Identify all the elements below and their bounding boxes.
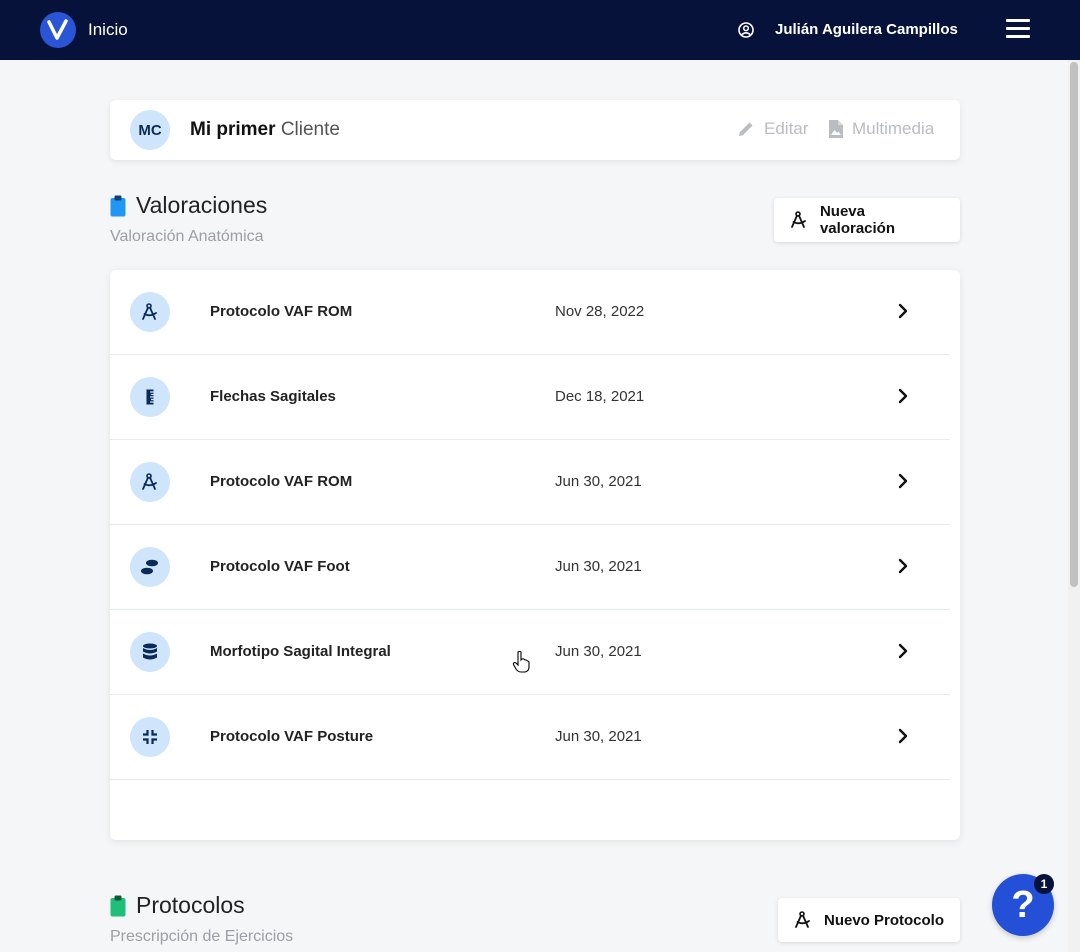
- row-name: Protocolo VAF Posture: [210, 728, 374, 745]
- row-name: Protocolo VAF ROM: [210, 473, 353, 490]
- row-icon-badge: [130, 632, 170, 672]
- help-notification-badge: 1: [1034, 874, 1054, 894]
- chevron-right-icon[interactable]: [897, 557, 909, 575]
- valoraciones-title: Valoraciones: [136, 192, 268, 218]
- row-icon-badge: [130, 292, 170, 332]
- valoracion-row[interactable]: Protocolo VAF Posture Jun 30, 2021: [110, 695, 950, 780]
- user-circle-icon[interactable]: [738, 22, 754, 38]
- valoracion-row[interactable]: Flechas Sagitales Dec 18, 2021: [110, 355, 950, 440]
- compass-icon: [795, 911, 810, 928]
- clipboard-icon: [110, 895, 126, 916]
- footprints-icon: [141, 559, 158, 575]
- app-logo[interactable]: [40, 12, 76, 48]
- ruler-icon: [146, 389, 154, 405]
- valoracion-row[interactable]: Protocolo VAF ROM Jun 30, 2021: [110, 440, 950, 525]
- client-card: MC Mi primer Cliente Editar Multimedia: [110, 100, 960, 160]
- row-name: Flechas Sagitales: [210, 388, 336, 405]
- protocolos-subtitle: Prescripción de Ejercicios: [110, 928, 294, 945]
- client-name: Mi primer Cliente: [190, 119, 340, 141]
- compress-icon: [143, 730, 157, 744]
- valoraciones-list: Protocolo VAF ROM Nov 28, 2022 Flechas S…: [110, 270, 960, 840]
- row-date: Nov 28, 2022: [555, 303, 645, 320]
- new-valoracion-label: Nueva valoración: [819, 203, 895, 237]
- chevron-right-icon[interactable]: [897, 727, 909, 745]
- client-name-second: Cliente: [280, 119, 340, 140]
- new-protocolo-label: Nuevo Protocolo: [824, 911, 945, 929]
- multimedia-button[interactable]: Multimedia: [828, 119, 934, 139]
- client-avatar: MC: [130, 110, 170, 150]
- row-date: Jun 30, 2021: [555, 728, 642, 745]
- row-icon-badge: [130, 377, 170, 417]
- clipboard-icon: [110, 195, 126, 216]
- protocolos-title: Protocolos: [136, 892, 245, 918]
- chevron-right-icon[interactable]: [897, 472, 909, 490]
- multimedia-label: Multimedia: [852, 119, 935, 138]
- edit-button[interactable]: Editar: [736, 119, 808, 139]
- pencil-icon: [739, 122, 753, 136]
- chevron-right-icon[interactable]: [897, 642, 909, 660]
- row-name: Protocolo VAF Foot: [210, 558, 350, 575]
- valoracion-row[interactable]: Morfotipo Sagital Integral Jun 30, 2021: [110, 610, 950, 695]
- row-name: Protocolo VAF ROM: [210, 303, 353, 320]
- logo-v-icon: [47, 19, 68, 40]
- edit-label: Editar: [764, 119, 809, 138]
- database-icon: [143, 643, 157, 660]
- scrollbar-thumb[interactable]: [1070, 62, 1078, 587]
- row-icon-badge: [130, 462, 170, 502]
- chevron-right-icon[interactable]: [897, 387, 909, 405]
- valoracion-row[interactable]: Protocolo VAF ROM Nov 28, 2022: [110, 270, 950, 355]
- row-date: Jun 30, 2021: [555, 558, 642, 575]
- new-protocolo-button[interactable]: Nuevo Protocolo: [778, 898, 960, 942]
- file-image-icon: [829, 120, 843, 138]
- row-name: Morfotipo Sagital Integral: [210, 643, 391, 660]
- row-date: Jun 30, 2021: [555, 473, 642, 490]
- protocolos-heading: Protocolos: [110, 892, 245, 919]
- row-date: Jun 30, 2021: [555, 643, 642, 660]
- top-bar: Inicio Julián Aguilera Campillos: [0, 0, 1080, 60]
- valoracion-row[interactable]: Protocolo VAF Foot Jun 30, 2021: [110, 525, 950, 610]
- row-date: Dec 18, 2021: [555, 388, 645, 405]
- hand-pointer-cursor-icon: [512, 650, 530, 673]
- compass-icon: [791, 211, 806, 228]
- new-valoracion-button[interactable]: Nueva valoración: [774, 198, 960, 242]
- compass-icon: [142, 473, 157, 490]
- home-link[interactable]: Inicio: [88, 20, 128, 40]
- page-scrollbar[interactable]: [1068, 60, 1080, 952]
- compass-icon: [142, 303, 157, 320]
- valoraciones-heading: Valoraciones: [110, 192, 267, 219]
- row-icon-badge: [130, 547, 170, 587]
- valoraciones-subtitle: Valoración Anatómica: [110, 228, 264, 245]
- chevron-right-icon[interactable]: [897, 302, 909, 320]
- user-name[interactable]: Julián Aguilera Campillos: [775, 21, 958, 38]
- client-name-first: Mi primer: [190, 119, 276, 140]
- hamburger-menu-icon[interactable]: [1006, 19, 1030, 41]
- row-icon-badge: [130, 717, 170, 757]
